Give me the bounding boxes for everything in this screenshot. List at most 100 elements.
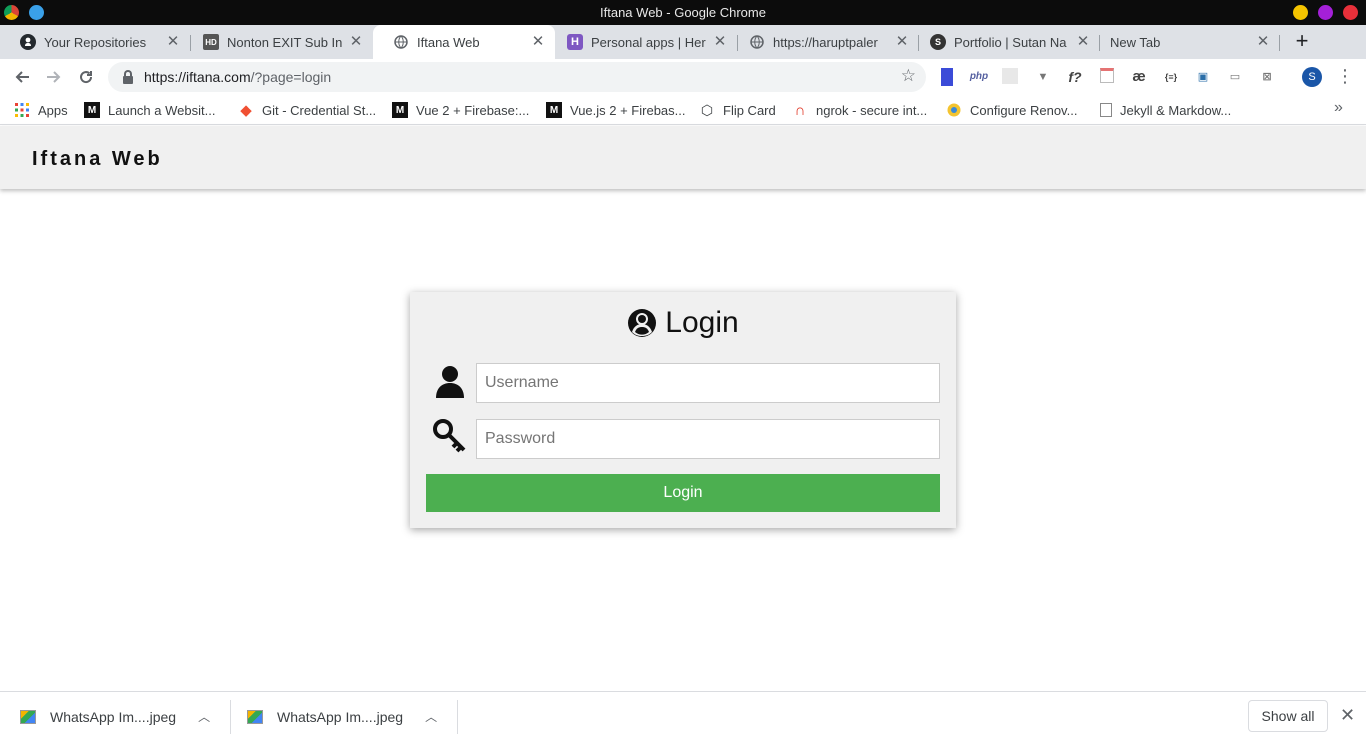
bookmark-label: Vue.js 2 + Firebas... — [570, 102, 686, 118]
extension-ae-icon[interactable]: æ — [1130, 68, 1148, 86]
user-circle-icon — [628, 309, 657, 337]
extension-php-icon[interactable]: php — [968, 68, 990, 86]
tab-close-icon[interactable]: ✕ — [893, 33, 911, 51]
login-heading: Login — [410, 306, 956, 340]
tab-personal-apps[interactable]: H Personal apps | Her ✕ — [547, 25, 737, 59]
password-input[interactable] — [476, 419, 940, 459]
username-input[interactable] — [476, 363, 940, 403]
bookmark-label: Launch a Websit... — [108, 102, 216, 118]
download-filename: WhatsApp Im....jpeg — [277, 708, 404, 725]
bookmark-vue2-firebase[interactable]: M Vue 2 + Firebase:... — [392, 100, 529, 120]
medium-icon: M — [392, 102, 408, 118]
tab-nonton-exit[interactable]: HD Nonton EXIT Sub In ✕ — [183, 25, 373, 59]
login-title: Login — [665, 306, 739, 339]
new-tab-button[interactable]: + — [1290, 29, 1314, 53]
minimize-button[interactable] — [1293, 5, 1308, 20]
extension-chat-icon[interactable]: ▭ — [1226, 68, 1244, 86]
bookmark-vuejs2-firebase[interactable]: M Vue.js 2 + Firebas... — [546, 100, 686, 120]
medium-icon: M — [84, 102, 100, 118]
extension-flag-icon[interactable] — [941, 68, 953, 86]
image-file-icon — [20, 709, 36, 724]
login-button[interactable]: Login — [426, 474, 940, 512]
bookmark-label: Git - Credential St... — [262, 102, 377, 118]
lock-icon[interactable] — [122, 70, 134, 84]
close-window-button[interactable] — [1343, 5, 1358, 20]
s-icon: S — [930, 34, 946, 50]
window-title: Iftana Web - Google Chrome — [600, 5, 766, 20]
chrome-logo-icon — [4, 5, 19, 20]
bookmarks-overflow-icon[interactable]: » — [1334, 99, 1343, 117]
key-icon — [433, 419, 466, 453]
bookmark-apps[interactable]: Apps — [14, 100, 68, 120]
download-item[interactable]: WhatsApp Im....jpeg ︿ — [20, 692, 210, 741]
tab-close-icon[interactable]: ✕ — [711, 33, 729, 51]
extension-x-icon[interactable]: ⊠ — [1258, 68, 1276, 86]
bookmark-label: Vue 2 + Firebase:... — [416, 102, 530, 118]
tab-close-icon[interactable]: ✕ — [1254, 33, 1272, 51]
address-bar[interactable]: https://iftana.com/?page=login ☆ — [108, 62, 926, 92]
page-icon — [1100, 103, 1112, 117]
user-icon — [436, 366, 464, 398]
tab-iftana-web[interactable]: Iftana Web ✕ — [373, 25, 555, 59]
download-shelf: WhatsApp Im....jpeg ︿ WhatsApp Im....jpe… — [0, 691, 1366, 740]
tab-close-icon[interactable]: ✕ — [529, 33, 547, 51]
bookmark-ngrok[interactable]: ∩ ngrok - secure int... — [792, 100, 928, 120]
tab-close-icon[interactable]: ✕ — [164, 33, 182, 51]
tab-haruptpaler[interactable]: https://haruptpaler ✕ — [729, 25, 919, 59]
renovate-icon — [946, 102, 962, 118]
medium-icon: M — [546, 102, 562, 118]
close-download-shelf-icon[interactable]: ✕ — [1340, 705, 1355, 726]
download-filename: WhatsApp Im....jpeg — [50, 708, 177, 725]
ngrok-icon: ∩ — [794, 101, 806, 119]
git-icon: ◆ — [240, 102, 252, 119]
bookmarks-bar: Apps M Launch a Websit... ◆ Git - Creden… — [0, 95, 1366, 125]
extension-icon[interactable] — [1002, 68, 1018, 84]
download-item[interactable]: WhatsApp Im....jpeg ︿ — [247, 692, 437, 741]
bookmark-label: Apps — [38, 102, 68, 118]
app-circle-icon — [29, 5, 44, 20]
site-title: Iftana Web — [32, 148, 163, 170]
maximize-button[interactable] — [1318, 5, 1333, 20]
extension-vue-icon[interactable]: ▼ — [1034, 68, 1052, 86]
extension-formula-icon[interactable]: f? — [1066, 68, 1084, 86]
chrome-menu-icon[interactable]: ⋮ — [1336, 65, 1354, 89]
login-card: Login Login — [410, 292, 956, 528]
bookmark-configure-renovate[interactable]: Configure Renov... — [946, 100, 1077, 120]
tab-your-repositories[interactable]: Your Repositories ✕ — [0, 25, 190, 59]
globe-icon — [393, 34, 409, 50]
bookmark-label: Configure Renov... — [970, 102, 1078, 118]
bookmark-label: Flip Card — [723, 102, 776, 118]
chevron-up-icon[interactable]: ︿ — [198, 708, 210, 725]
bookmark-launch-website[interactable]: M Launch a Websit... — [84, 100, 215, 120]
show-all-downloads-button[interactable]: Show all — [1248, 700, 1328, 732]
extension-json-icon[interactable]: {≡} — [1160, 68, 1182, 86]
forward-button[interactable] — [40, 63, 68, 91]
heroku-icon: H — [567, 34, 583, 50]
tab-portfolio[interactable]: S Portfolio | Sutan Na ✕ — [910, 25, 1100, 59]
profile-avatar[interactable]: S — [1302, 67, 1322, 87]
apps-grid-icon — [14, 102, 30, 118]
browser-toolbar: https://iftana.com/?page=login ☆ php ▼ f… — [0, 59, 1366, 95]
bookmark-label: ngrok - secure int... — [816, 102, 928, 118]
tab-strip: Your Repositories ✕ HD Nonton EXIT Sub I… — [0, 25, 1366, 59]
tab-close-icon[interactable]: ✕ — [347, 33, 365, 51]
tab-new-tab[interactable]: New Tab ✕ — [1090, 25, 1280, 59]
window-title-bar: Iftana Web - Google Chrome — [0, 0, 1366, 25]
url-text[interactable]: https://iftana.com/?page=login — [144, 69, 331, 85]
extension-box-icon[interactable]: ▣ — [1194, 68, 1212, 86]
bookmark-jekyll-markdown[interactable]: Jekyll & Markdow... — [1100, 100, 1231, 120]
hd-icon: HD — [203, 34, 219, 50]
bookmark-git-credential[interactable]: ◆ Git - Credential St... — [238, 100, 376, 120]
codepen-icon: ⬡ — [700, 101, 714, 118]
back-button[interactable] — [8, 63, 36, 91]
bookmark-flip-card[interactable]: ⬡ Flip Card — [699, 100, 776, 120]
reload-button[interactable] — [72, 63, 100, 91]
globe-icon — [749, 34, 765, 50]
site-header: Iftana Web — [0, 126, 1366, 189]
github-icon — [20, 34, 36, 50]
extension-calendar-icon[interactable] — [1100, 68, 1114, 83]
bookmark-star-icon[interactable]: ☆ — [901, 66, 916, 86]
bookmark-label: Jekyll & Markdow... — [1120, 102, 1232, 118]
chevron-up-icon[interactable]: ︿ — [425, 708, 437, 725]
image-file-icon — [247, 709, 263, 724]
